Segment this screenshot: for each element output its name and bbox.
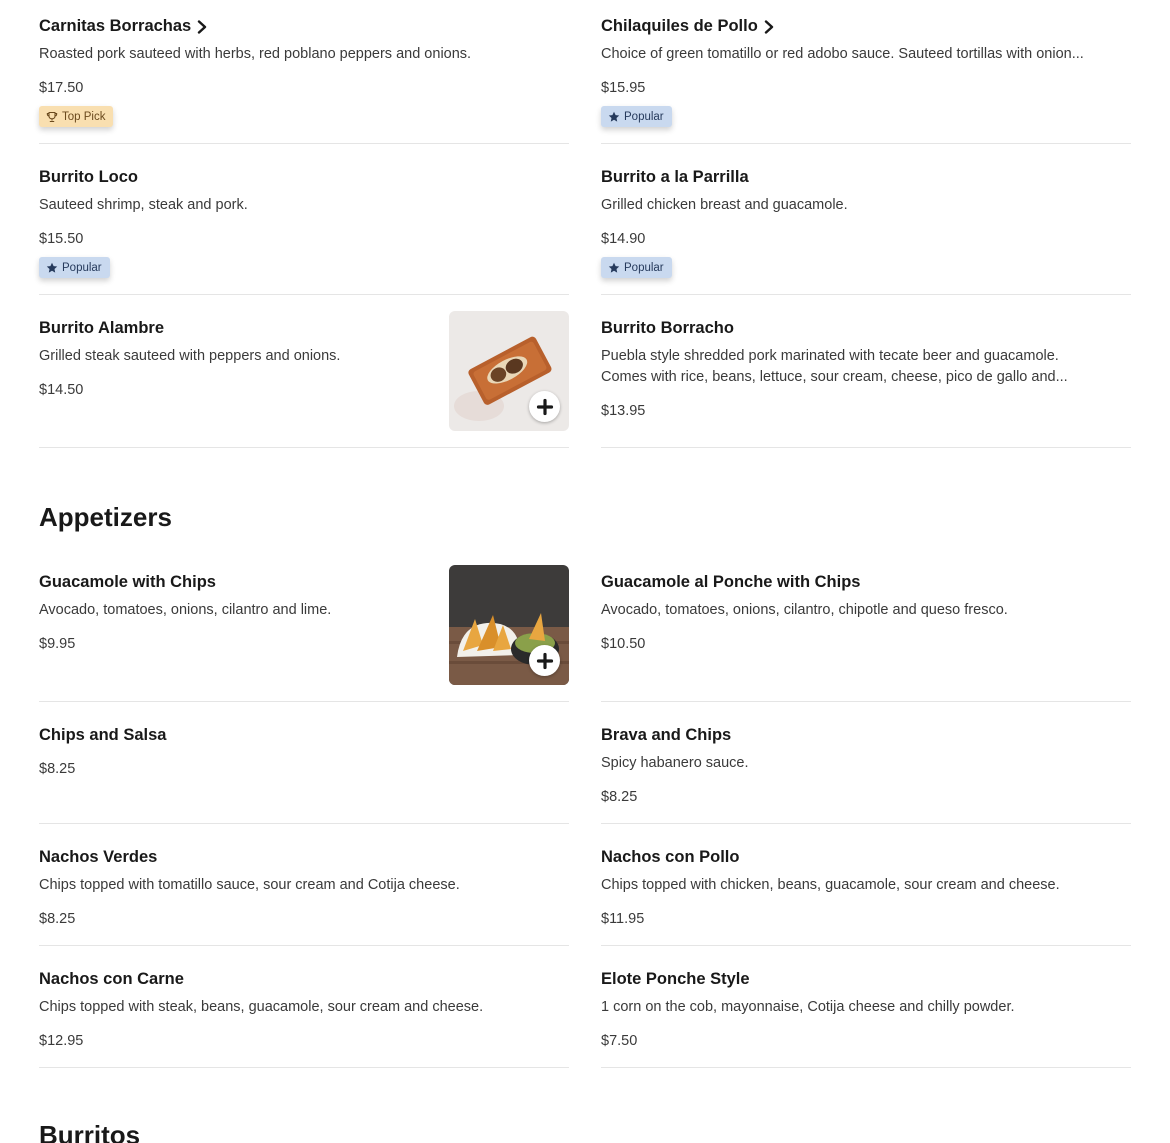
star-icon (608, 111, 620, 122)
item-price: $8.25 (39, 911, 76, 927)
star-icon (46, 262, 58, 273)
menu-item-burrito-alambre[interactable]: Burrito Alambre Grilled steak sauteed wi… (39, 295, 569, 448)
chevron-right-icon (198, 19, 207, 34)
menu-item-brava-and-chips[interactable]: Brava and Chips Spicy habanero sauce. $8… (601, 702, 1131, 824)
trophy-icon (46, 111, 58, 122)
menu-item-burrito-borracho[interactable]: Burrito Borracho Puebla style shredded p… (601, 295, 1131, 448)
item-description: Sauteed shrimp, steak and pork. (39, 197, 248, 213)
item-description: Spicy habanero sauce. (601, 755, 749, 771)
item-name: Brava and Chips (601, 726, 732, 744)
top-pick-badge: Top Pick (39, 106, 114, 127)
item-name: Guacamole al Ponche with Chips (601, 573, 861, 591)
section-title-burritos: Burritos (39, 1120, 141, 1143)
menu-item-nachos-verdes[interactable]: Nachos Verdes Chips topped with tomatill… (39, 824, 569, 946)
add-to-cart-button[interactable] (529, 645, 560, 676)
menu-item-chips-and-salsa[interactable]: Chips and Salsa $8.25 (39, 702, 569, 824)
item-price: $8.25 (601, 789, 638, 805)
item-description: Grilled chicken breast and guacamole. (601, 197, 848, 213)
item-name: Nachos con Pollo (601, 848, 740, 866)
item-name: Guacamole with Chips (39, 573, 216, 591)
item-price: $12.95 (39, 1033, 84, 1049)
item-name: Chips and Salsa (39, 726, 167, 744)
menu-item-burrito-a-la-parrilla[interactable]: Burrito a la Parrilla Grilled chicken br… (601, 144, 1131, 295)
item-price: $7.50 (601, 1033, 638, 1049)
item-description: Roasted pork sauteed with herbs, red pob… (39, 46, 472, 62)
item-name: Nachos Verdes (39, 848, 158, 866)
item-price: $13.95 (601, 403, 646, 419)
item-description: Choice of green tomatillo or red adobo s… (601, 46, 1084, 62)
item-price: $9.95 (39, 636, 76, 652)
menu-item-nachos-con-pollo[interactable]: Nachos con Pollo Chips topped with chick… (601, 824, 1131, 946)
item-name: Nachos con Carne (39, 970, 184, 988)
section-title-appetizers: Appetizers (39, 502, 172, 532)
item-description: 1 corn on the cob, mayonnaise, Cotija ch… (601, 999, 1015, 1015)
item-price: $14.90 (601, 231, 646, 247)
item-price: $10.50 (601, 636, 646, 652)
item-name: Chilaquiles de Pollo (601, 17, 774, 36)
item-name: Elote Ponche Style (601, 970, 750, 988)
menu-item-guacamole-al-ponche[interactable]: Guacamole al Ponche with Chips Avocado, … (601, 549, 1131, 702)
popular-badge: Popular (601, 257, 672, 278)
item-price: $15.50 (39, 231, 84, 247)
item-name: Burrito a la Parrilla (601, 168, 749, 186)
popular-badge: Popular (39, 257, 110, 278)
item-description: Avocado, tomatoes, onions, cilantro, chi… (601, 602, 1008, 618)
item-description: Chips topped with chicken, beans, guacam… (601, 877, 1060, 893)
menu-item-chilaquiles-de-pollo[interactable]: Chilaquiles de Pollo Choice of green tom… (601, 0, 1131, 144)
item-name: Burrito Alambre (39, 319, 164, 337)
item-description: Avocado, tomatoes, onions, cilantro and … (39, 602, 332, 618)
menu-item-elote-ponche-style[interactable]: Elote Ponche Style 1 corn on the cob, ma… (601, 946, 1131, 1068)
item-price: $14.50 (39, 382, 84, 398)
item-price: $15.95 (601, 80, 646, 96)
star-icon (608, 262, 620, 273)
item-name: Burrito Loco (39, 168, 138, 186)
menu-item-guacamole-with-chips[interactable]: Guacamole with Chips Avocado, tomatoes, … (39, 549, 569, 702)
add-to-cart-button[interactable] (529, 391, 560, 422)
item-description-line-1: Puebla style shredded pork marinated wit… (601, 348, 1059, 364)
item-description: Chips topped with steak, beans, guacamol… (39, 999, 484, 1015)
plus-icon (536, 652, 553, 669)
item-description: Grilled steak sauteed with peppers and o… (39, 348, 341, 364)
item-price: $8.25 (39, 761, 76, 777)
menu-item-burrito-loco[interactable]: Burrito Loco Sauteed shrimp, steak and p… (39, 144, 569, 295)
popular-badge: Popular (601, 106, 672, 127)
item-description-line-2: Comes with rice, beans, lettuce, sour cr… (601, 369, 1068, 385)
item-image-burrito[interactable] (449, 311, 569, 431)
chevron-right-icon (764, 19, 773, 34)
item-price: $11.95 (601, 911, 645, 927)
item-description: Chips topped with tomatillo sauce, sour … (39, 877, 460, 893)
item-name: Carnitas Borrachas (39, 17, 207, 36)
menu-item-carnitas-borrachas[interactable]: Carnitas Borrachas Roasted pork sauteed … (39, 0, 569, 144)
item-price: $17.50 (39, 80, 84, 96)
item-name: Burrito Borracho (601, 319, 734, 337)
item-image-guacamole[interactable] (449, 565, 569, 685)
plus-icon (536, 398, 553, 415)
menu-item-nachos-con-carne[interactable]: Nachos con Carne Chips topped with steak… (39, 946, 569, 1068)
